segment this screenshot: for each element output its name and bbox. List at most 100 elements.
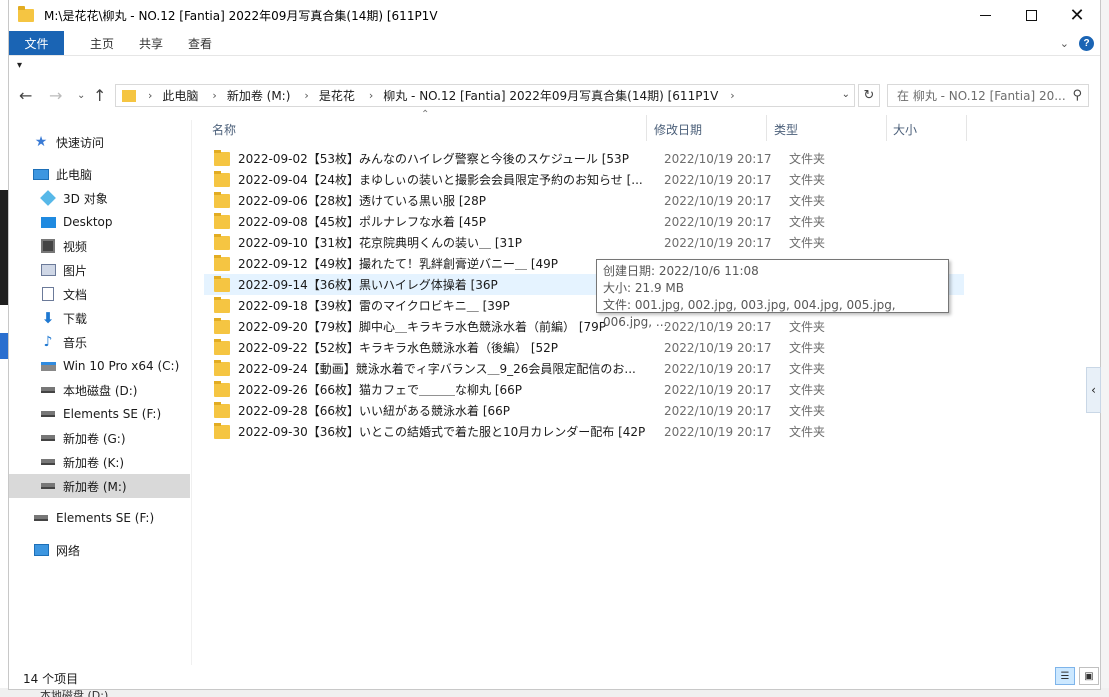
- expand-ribbon-chevron-icon[interactable]: ⌄: [1060, 37, 1069, 50]
- close-button[interactable]: ✕: [1054, 0, 1100, 31]
- sidebar-item-label: Elements SE (F:): [56, 511, 155, 525]
- chevron-left-icon: ‹: [1091, 383, 1096, 397]
- column-divider[interactable]: [766, 115, 767, 141]
- file-row[interactable]: 2022-09-10【31枚】花京院典明くんの装い＿ [31P 2022/10/…: [204, 232, 964, 253]
- sidebar-item-drive-f[interactable]: Elements SE (F:): [9, 402, 190, 426]
- maximize-button[interactable]: [1008, 0, 1054, 31]
- column-divider[interactable]: [966, 115, 967, 141]
- breadcrumb-this-pc[interactable]: 此电脑: [162, 87, 198, 104]
- file-row[interactable]: 2022-09-04【24枚】まゆしぃの装いと撮影会会員限定予約のお知らせ [.…: [204, 169, 964, 190]
- chevron-right-icon[interactable]: ›: [304, 89, 308, 102]
- breadcrumb-drive-m[interactable]: 新加卷 (M:): [227, 87, 291, 104]
- file-name: 2022-09-12【49枚】撮れたて！乳絆創膏逆バニー＿ [49P: [238, 257, 559, 271]
- sidebar-item-network[interactable]: 网络: [9, 538, 190, 562]
- file-row[interactable]: 2022-09-26【66枚】猫カフェで＿＿＿な柳丸 [66P 2022/10/…: [204, 379, 964, 400]
- file-row[interactable]: 2022-09-08【45枚】ポルナレフな水着 [45P 2022/10/19 …: [204, 211, 964, 232]
- details-view-button[interactable]: ☰: [1055, 667, 1075, 685]
- sidebar-item-quick-access[interactable]: ★ 快速访问: [9, 130, 190, 154]
- sidebar-item-drive-g[interactable]: 新加卷 (G:): [9, 426, 190, 450]
- sidebar-item-documents[interactable]: 文档: [9, 282, 190, 306]
- file-name: 2022-09-26【66枚】猫カフェで＿＿＿な柳丸 [66P: [238, 383, 523, 397]
- chevron-right-icon[interactable]: ›: [212, 89, 216, 102]
- column-header-name[interactable]: 名称: [212, 119, 236, 139]
- search-input[interactable]: 在 柳丸 - NO.12 [Fantia] 20... ⚲: [887, 84, 1089, 107]
- file-row[interactable]: 2022-09-02【53枚】みんなのハイレグ警察と今後のスケジュール [53P…: [204, 148, 964, 169]
- help-icon[interactable]: ?: [1079, 36, 1094, 51]
- sidebar-item-desktop[interactable]: Desktop: [9, 210, 190, 234]
- sidebar-item-drive-d[interactable]: 本地磁盘 (D:): [9, 378, 190, 402]
- title-bar[interactable]: M:\是花花\柳丸 - NO.12 [Fantia] 2022年09月写真合集(…: [9, 0, 1100, 31]
- address-dropdown-icon[interactable]: ⌄: [842, 89, 850, 100]
- column-divider[interactable]: [886, 115, 887, 141]
- file-date: 2022/10/19 20:17: [664, 424, 772, 439]
- sidebar-item-label: 文档: [63, 287, 88, 302]
- sidebar-item-pictures[interactable]: 图片: [9, 258, 190, 282]
- file-date: 2022/10/19 20:17: [664, 193, 772, 208]
- background-window-dark: [0, 190, 8, 305]
- large-icons-view-icon: ▣: [1084, 670, 1094, 682]
- sidebar-item-videos[interactable]: 视频: [9, 234, 190, 258]
- refresh-button[interactable]: ↻: [858, 84, 880, 107]
- file-row[interactable]: 2022-09-30【36枚】いとこの結婚式で着た服と10月カレンダー配布 [4…: [204, 421, 964, 442]
- file-row[interactable]: 2022-09-24【動画】競泳水着でィ字バランス＿9_26会員限定配信のお..…: [204, 358, 964, 379]
- tab-share[interactable]: 共享: [139, 35, 163, 52]
- tab-view[interactable]: 查看: [188, 35, 212, 52]
- sidebar-item-label: 快速访问: [56, 135, 105, 150]
- chevron-right-icon[interactable]: ›: [369, 89, 373, 102]
- column-divider[interactable]: [646, 115, 647, 141]
- column-header-size[interactable]: 大小: [893, 119, 917, 139]
- forward-arrow-icon[interactable]: →: [49, 86, 62, 105]
- quick-access-toolbar-dropdown-icon[interactable]: ▾: [17, 60, 22, 71]
- file-name: 2022-09-06【28枚】透けている黒い服 [28P: [238, 194, 487, 208]
- file-row[interactable]: 2022-09-28【66枚】いい紐がある競泳水着 [66P 2022/10/1…: [204, 400, 964, 421]
- sidebar-item-label: Elements SE (F:): [63, 407, 162, 421]
- chevron-right-icon[interactable]: ›: [148, 89, 152, 102]
- sidebar-item-label: Desktop: [63, 215, 113, 229]
- recent-locations-chevron-icon[interactable]: ⌄: [77, 90, 85, 101]
- music-icon: ♪: [43, 334, 53, 350]
- breadcrumb-current-folder[interactable]: 柳丸 - NO.12 [Fantia] 2022年09月写真合集(14期) [6…: [383, 87, 718, 104]
- drive-icon: [40, 431, 56, 445]
- minimize-button[interactable]: [962, 0, 1008, 31]
- close-icon: ✕: [1069, 5, 1085, 26]
- up-arrow-icon[interactable]: ↑: [93, 86, 106, 105]
- file-row[interactable]: 2022-09-06【28枚】透けている黒い服 [28P 2022/10/19 …: [204, 190, 964, 211]
- folder-icon: [18, 6, 34, 22]
- file-name: 2022-09-02【53枚】みんなのハイレグ警察と今後のスケジュール [53P: [238, 152, 629, 166]
- sidebar-item-downloads[interactable]: ⬇ 下载: [9, 306, 190, 330]
- file-type: 文件夹: [789, 173, 826, 187]
- large-icons-view-button[interactable]: ▣: [1079, 667, 1099, 685]
- back-arrow-icon[interactable]: ←: [19, 86, 32, 105]
- chevron-right-icon[interactable]: ›: [730, 89, 734, 102]
- view-switcher: ☰ ▣: [1055, 667, 1099, 685]
- file-row[interactable]: 2022-09-22【52枚】キラキラ水色競泳水着（後編） [52P 2022/…: [204, 337, 964, 358]
- address-bar[interactable]: › 此电脑 › 新加卷 (M:) › 是花花 › 柳丸 - NO.12 [Fan…: [115, 84, 855, 107]
- file-name: 2022-09-24【動画】競泳水着でィ字バランス＿9_26会員限定配信のお..…: [238, 362, 636, 376]
- document-icon: [40, 287, 56, 301]
- drive-icon: [40, 407, 56, 421]
- sidebar-item-elements-se[interactable]: Elements SE (F:): [9, 506, 190, 530]
- file-name: 2022-09-30【36枚】いとこの結婚式で着た服と10月カレンダー配布 [4…: [238, 425, 646, 439]
- tab-file[interactable]: 文件: [9, 31, 64, 55]
- sidebar-item-drive-m[interactable]: 新加卷 (M:): [9, 474, 190, 498]
- file-type: 文件夹: [789, 383, 826, 397]
- column-header-type[interactable]: 类型: [774, 119, 798, 139]
- folder-icon: [214, 401, 230, 418]
- folder-icon: [214, 296, 230, 313]
- sidebar-item-label: 新加卷 (G:): [63, 431, 126, 446]
- search-icon[interactable]: ⚲: [1072, 88, 1082, 103]
- sidebar-item-3d-objects[interactable]: 3D 对象: [9, 186, 190, 210]
- drive-icon: [40, 383, 56, 397]
- breadcrumb-folder-1[interactable]: 是花花: [319, 87, 355, 104]
- folder-icon: [214, 233, 230, 250]
- column-header-date[interactable]: 修改日期: [654, 119, 702, 139]
- sidebar-item-music[interactable]: ♪ 音乐: [9, 330, 190, 354]
- sidebar-item-drive-k[interactable]: 新加卷 (K:): [9, 450, 190, 474]
- preview-pane-toggle-button[interactable]: ‹: [1086, 367, 1101, 413]
- refresh-icon: ↻: [863, 88, 875, 103]
- sidebar-item-this-pc[interactable]: 此电脑: [9, 162, 190, 186]
- sidebar-item-drive-c[interactable]: Win 10 Pro x64 (C:): [9, 354, 190, 378]
- tab-home[interactable]: 主页: [90, 35, 114, 52]
- file-date: 2022/10/19 20:17: [664, 151, 772, 166]
- folder-icon: [214, 275, 230, 292]
